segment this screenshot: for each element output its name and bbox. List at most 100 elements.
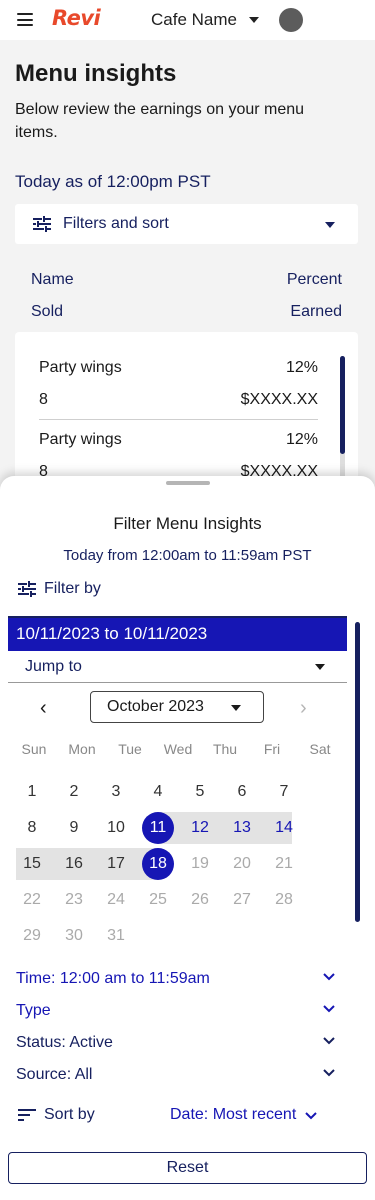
calendar-day[interactable]: 4 (142, 776, 174, 808)
month-select[interactable]: October 2023 (90, 691, 264, 723)
caret-down-icon (315, 664, 325, 670)
chevron-down-icon (323, 1037, 335, 1045)
calendar-day[interactable]: 25 (142, 884, 174, 916)
item-sold: 8 (39, 391, 48, 408)
calendar-day[interactable]: 27 (226, 884, 258, 916)
calendar-day-selected-end[interactable]: 18 (142, 848, 174, 880)
sort-value-label: Date: Most recent (170, 1106, 297, 1123)
jump-to-label: Jump to (25, 658, 82, 675)
filter-by-label: Filter by (44, 580, 101, 597)
cafe-name: Cafe Name (151, 10, 237, 29)
item-percent: 12% (285, 431, 318, 448)
calendar-day[interactable]: 28 (268, 884, 300, 916)
next-month-icon[interactable]: › (300, 697, 307, 720)
sort-icon (18, 1109, 36, 1121)
item-earned: $XXXX.XX (240, 391, 318, 408)
sheet-scrollbar-thumb[interactable] (355, 622, 360, 922)
calendar-day-selected-start[interactable]: 11 (142, 812, 174, 844)
tune-icon (18, 581, 36, 597)
sort-by-label: Sort by (44, 1106, 95, 1123)
weekday-label: Thu (212, 741, 238, 757)
calendar-day[interactable]: 5 (184, 776, 216, 808)
weekday-label: Wed (163, 741, 193, 757)
calendar-day[interactable]: 19 (184, 848, 216, 880)
calendar-day[interactable]: 26 (184, 884, 216, 916)
caret-down-icon (325, 222, 335, 228)
jump-to-select[interactable]: Jump to (8, 652, 347, 683)
calendar-day[interactable]: 2 (58, 776, 90, 808)
chevron-down-icon (323, 1069, 335, 1077)
month-label: October 2023 (107, 698, 204, 715)
calendar-day[interactable]: 3 (100, 776, 132, 808)
sort-value-select[interactable]: Date: Most recent (170, 1106, 318, 1124)
calendar-day[interactable]: 6 (226, 776, 258, 808)
filters-label: Filters and sort (63, 215, 169, 232)
calendar-day[interactable]: 10 (100, 812, 132, 844)
reset-button[interactable]: Reset (8, 1152, 367, 1184)
calendar-day-in-range[interactable]: 17 (100, 848, 132, 880)
calendar-day[interactable]: 1 (16, 776, 48, 808)
sort-by-button[interactable]: Sort by (18, 1106, 95, 1124)
avatar[interactable] (279, 8, 303, 32)
weekday-label: Sat (309, 741, 331, 757)
caret-down-icon (248, 17, 259, 23)
weekday-label: Fri (263, 741, 281, 757)
calendar-day-in-range[interactable]: 16 (58, 848, 90, 880)
tune-icon (33, 216, 51, 232)
source-filter-row[interactable]: Source: All (16, 1064, 336, 1088)
calendar-day[interactable]: 24 (100, 884, 132, 916)
calendar-day[interactable]: 8 (16, 812, 48, 844)
calendar-day[interactable]: 7 (268, 776, 300, 808)
weekday-label: Tue (118, 741, 142, 757)
item-name: Party wings (39, 431, 122, 448)
item-percent: 12% (285, 359, 318, 376)
calendar-day[interactable]: 23 (58, 884, 90, 916)
type-filter-label: Type (16, 1002, 51, 1019)
calendar-day[interactable]: 22 (16, 884, 48, 916)
filters-and-sort-button[interactable]: Filters and sort (15, 204, 358, 244)
item-name: Party wings (39, 359, 122, 376)
type-filter-row[interactable]: Type (16, 1000, 336, 1024)
status-filter-label: Status: Active (16, 1034, 113, 1051)
calendar-day-in-range[interactable]: 13 (226, 812, 258, 844)
page-title: Menu insights (15, 60, 177, 87)
calendar-day[interactable]: 30 (58, 920, 90, 952)
calendar-day-in-range[interactable]: 15 (16, 848, 48, 880)
weekday-label: Sun (21, 741, 47, 757)
menu-items-list: Party wings 12% 8 $XXXX.XX Party wings 1… (15, 332, 358, 492)
calendar-day[interactable]: 31 (100, 920, 132, 952)
app-bar: Revi Cafe Name (0, 0, 375, 40)
column-header-percent: Percent (286, 271, 342, 288)
divider (39, 419, 318, 420)
calendar-day[interactable]: 21 (268, 848, 300, 880)
calendar-day-in-range[interactable]: 14 (268, 812, 300, 844)
filter-bottom-sheet: Filter Menu Insights Today from 12:00am … (0, 476, 375, 1200)
column-header-sold: Sold (31, 303, 64, 320)
chevron-down-icon (323, 973, 335, 981)
column-header-name: Name (31, 271, 74, 288)
sheet-drag-handle[interactable] (166, 481, 210, 485)
weekday-label: Mon (68, 741, 96, 757)
revi-logo[interactable]: Revi (52, 6, 101, 30)
scrollbar-thumb[interactable] (340, 356, 345, 454)
cafe-selector[interactable]: Cafe Name (151, 10, 259, 30)
previous-month-icon[interactable]: ‹ (40, 697, 47, 720)
page-description: Below review the earnings on your menu i… (15, 101, 305, 141)
calendar-day-in-range[interactable]: 12 (184, 812, 216, 844)
chevron-down-icon (305, 1112, 317, 1120)
date-range-field[interactable]: 10/11/2023 to 10/11/2023 (8, 616, 347, 651)
calendar-day[interactable]: 29 (16, 920, 48, 952)
calendar-day[interactable]: 9 (58, 812, 90, 844)
chevron-down-icon (323, 1005, 335, 1013)
menu-icon[interactable] (17, 13, 33, 26)
sheet-title: Filter Menu Insights (113, 514, 262, 533)
column-header-earned: Earned (290, 303, 342, 320)
status-filter-row[interactable]: Status: Active (16, 1032, 336, 1056)
caret-down-icon (231, 705, 241, 711)
sheet-subtitle: Today from 12:00am to 11:59am PST (63, 547, 312, 564)
calendar-day[interactable]: 20 (226, 848, 258, 880)
today-label: Today as of 12:00pm PST (15, 172, 211, 191)
time-filter-label: Time: 12:00 am to 11:59am (16, 970, 210, 987)
source-filter-label: Source: All (16, 1066, 93, 1083)
time-filter-row[interactable]: Time: 12:00 am to 11:59am (16, 968, 336, 992)
